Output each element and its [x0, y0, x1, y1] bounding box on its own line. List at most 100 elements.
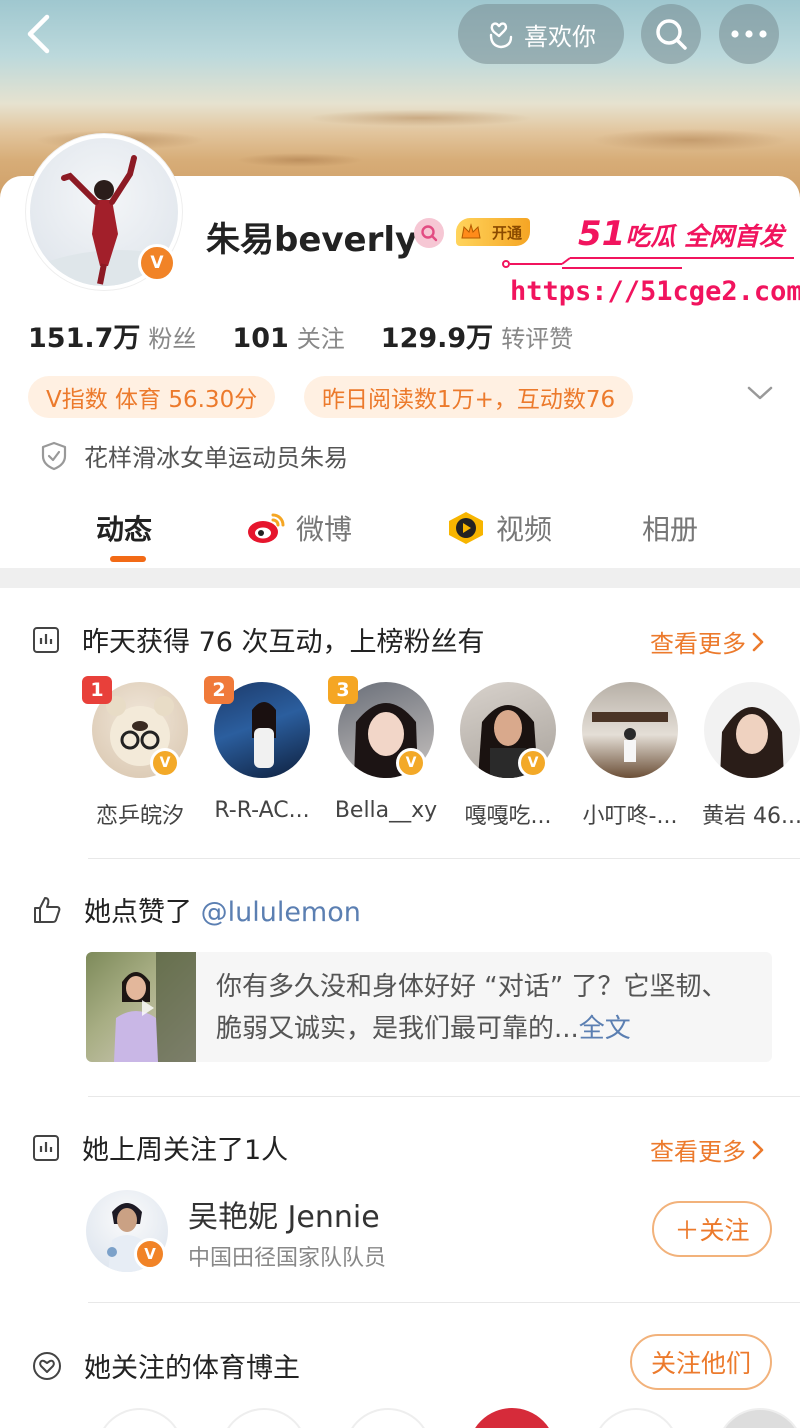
more-icon — [731, 30, 767, 38]
video-icon — [449, 512, 483, 544]
weibo-icon — [248, 513, 285, 543]
followers-count: 151.7万 — [28, 323, 141, 354]
sports-section-title: 她关注的体育博主 — [84, 1353, 300, 1384]
mention-link[interactable]: @lululemon — [201, 897, 361, 928]
fan-name: 恋乒皖汐 — [95, 804, 184, 829]
watermark: 51吃瓜 全网首发 https://51cge2.com — [502, 212, 800, 316]
fan-item[interactable]: 3 V Bella__xy — [324, 676, 448, 823]
following-label: 关注 — [296, 325, 345, 353]
v-index-tag[interactable]: V指数 体育 56.30分 — [28, 376, 276, 418]
crown-icon — [461, 223, 481, 239]
like-section-header: 她点赞了 @lululemon — [32, 890, 361, 929]
tab-video-label: 视频 — [496, 513, 553, 546]
follow-see-more-link[interactable]: 查看更多 — [650, 1132, 764, 1167]
fan-name: R-R-AC... — [214, 798, 310, 823]
profile-stats: 151.7万 粉丝 101 关注 129.9万 转评赞 — [28, 316, 609, 355]
liked-post-card[interactable]: 你有多久没和身体好好 “对话” 了？它坚韧、脆弱又诚实，是我们最可靠的...全文 — [86, 952, 772, 1062]
fan-item[interactable]: 1 V 恋乒皖汐 — [78, 676, 202, 830]
blogger-avatar[interactable] — [716, 1408, 800, 1428]
divider — [88, 1096, 800, 1097]
fans-see-more-link[interactable]: 查看更多 — [650, 624, 764, 659]
blogger-avatar[interactable] — [592, 1408, 680, 1428]
tab-album[interactable]: 相册 — [642, 504, 698, 552]
see-more-label: 查看更多 — [650, 630, 746, 658]
reposts-label: 转评赞 — [501, 325, 574, 353]
fan-name: 嘎嘎吃... — [464, 804, 552, 829]
reads-tag[interactable]: 昨日阅读数1万+，互动数76 — [304, 376, 634, 418]
fan-item[interactable]: V 嘎嘎吃... — [446, 678, 570, 830]
person-figure — [720, 707, 784, 778]
watermark-text: 吃瓜 全网首发 — [625, 222, 785, 251]
follow-button[interactable]: ＋关注 — [652, 1201, 772, 1257]
verified-badge: V — [150, 748, 180, 778]
follow-all-button[interactable]: 关注他们 — [630, 1334, 772, 1390]
watermark-circuit-line — [502, 257, 794, 269]
more-button[interactable] — [719, 4, 779, 64]
followers-stat[interactable]: 151.7万 粉丝 — [28, 316, 196, 355]
verified-mark: V — [150, 253, 164, 273]
woman-figure — [114, 952, 196, 1062]
following-stat[interactable]: 101 关注 — [232, 319, 344, 354]
like-you-label: 喜欢你 — [524, 22, 596, 51]
blogger-avatar[interactable] — [220, 1408, 308, 1428]
description-text: 花样滑冰女单运动员朱易 — [84, 444, 348, 472]
hand-heart-icon — [489, 22, 513, 49]
divider — [88, 858, 800, 859]
fan-item[interactable]: 2 R-R-AC... — [200, 676, 324, 823]
like-section-title: 她点赞了 @lululemon — [84, 890, 361, 929]
profile-avatar[interactable]: V — [26, 134, 182, 290]
tab-dynamics[interactable]: 动态 — [96, 504, 152, 552]
fan-avatar — [582, 682, 678, 778]
fan-avatar — [704, 682, 800, 778]
super-topic-badge[interactable] — [414, 218, 444, 248]
fan-name: 黄岩 46... — [702, 804, 800, 829]
verified-badge: V — [518, 748, 548, 778]
thumbs-up-icon — [34, 896, 61, 923]
watermark-number: 51 — [578, 214, 626, 254]
shield-icon — [41, 441, 67, 470]
blogger-avatar[interactable] — [468, 1408, 556, 1428]
following-count: 101 — [232, 323, 289, 354]
active-tab-indicator — [110, 556, 146, 562]
post-text: 你有多久没和身体好好 “对话” 了？它坚韧、脆弱又诚实，是我们最可靠的... — [216, 972, 728, 1044]
tab-video[interactable]: 视频 — [446, 504, 552, 552]
chevron-left-icon — [27, 14, 50, 54]
followed-user-name[interactable]: 吴艳妮 Jennie — [188, 1192, 380, 1236]
fan-item[interactable]: 黄岩 46... — [690, 678, 800, 830]
tab-album-label: 相册 — [642, 513, 699, 546]
tab-weibo[interactable]: 微博 — [246, 504, 352, 552]
post-thumbnail — [86, 952, 196, 1062]
watermark-url: https://51cge2.com — [510, 276, 800, 307]
chevron-down-icon — [747, 386, 773, 400]
fan-item[interactable]: 小叮咚-... — [568, 678, 692, 830]
blogger-avatar[interactable] — [96, 1408, 184, 1428]
profile-name: 朱易beverly — [206, 220, 418, 260]
followed-user-desc: 中国田径国家队队员 — [188, 1246, 387, 1271]
like-you-button[interactable]: 喜欢你 — [458, 4, 624, 64]
expand-button[interactable] — [746, 384, 774, 406]
rank-badge: 2 — [204, 676, 234, 704]
verified-badge: V — [134, 1238, 166, 1270]
section-separator — [0, 568, 800, 588]
rank-badge: 3 — [328, 676, 358, 704]
chevron-right-icon — [752, 1140, 764, 1159]
divider — [88, 1302, 800, 1303]
search-icon — [421, 225, 438, 242]
reposts-stat[interactable]: 129.9万 转评赞 — [381, 316, 573, 355]
watermark-line1: 51吃瓜 全网首发 — [578, 214, 784, 254]
blogger-avatar[interactable] — [344, 1408, 432, 1428]
fans-section-header: 昨天获得 76 次互动，上榜粉丝有 — [32, 620, 485, 659]
read-more-link[interactable]: 全文 — [579, 1014, 631, 1044]
fan-name: Bella__xy — [334, 798, 438, 823]
verified-badge: V — [138, 244, 176, 282]
sports-bloggers-preview — [0, 1408, 800, 1428]
profile-description: 花样滑冰女单运动员朱易 — [40, 438, 348, 473]
back-button[interactable] — [18, 12, 58, 56]
followers-label: 粉丝 — [148, 325, 197, 353]
follow-section-title: 她上周关注了1人 — [82, 1135, 289, 1166]
search-icon — [656, 19, 687, 50]
sports-section-header: 她关注的体育博主 — [32, 1346, 300, 1385]
room-figure — [592, 712, 668, 762]
heart-icon — [33, 1351, 61, 1380]
search-button[interactable] — [641, 4, 701, 64]
